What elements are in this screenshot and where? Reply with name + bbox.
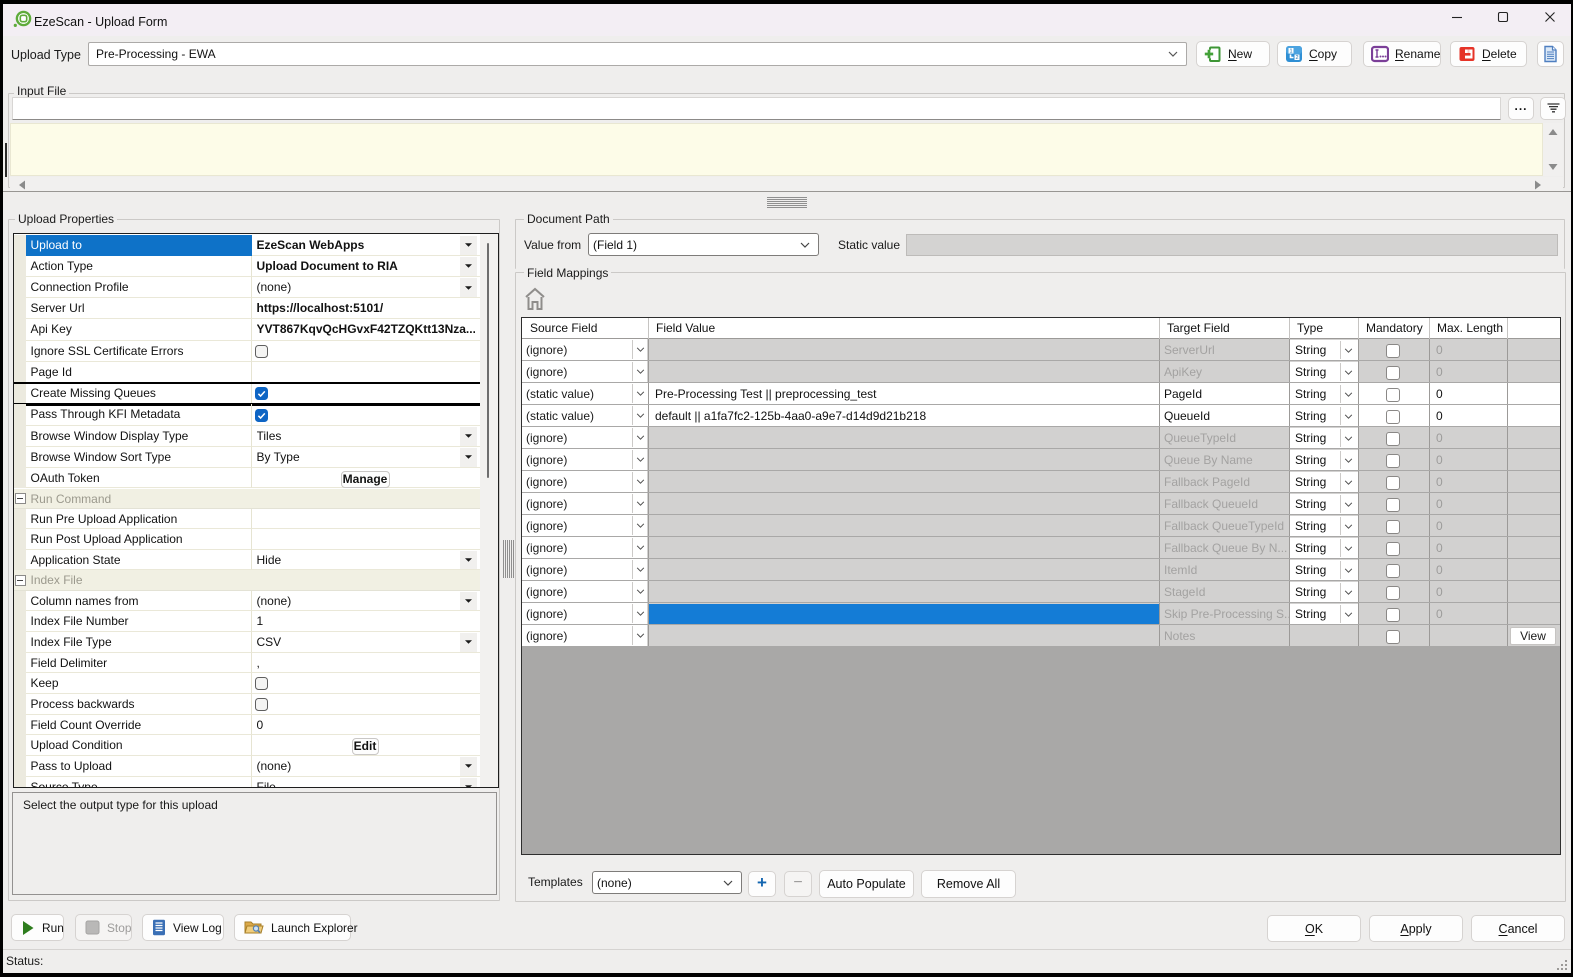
svg-text:2: 2: [1295, 55, 1298, 61]
svg-text:1: 1: [1289, 49, 1292, 55]
